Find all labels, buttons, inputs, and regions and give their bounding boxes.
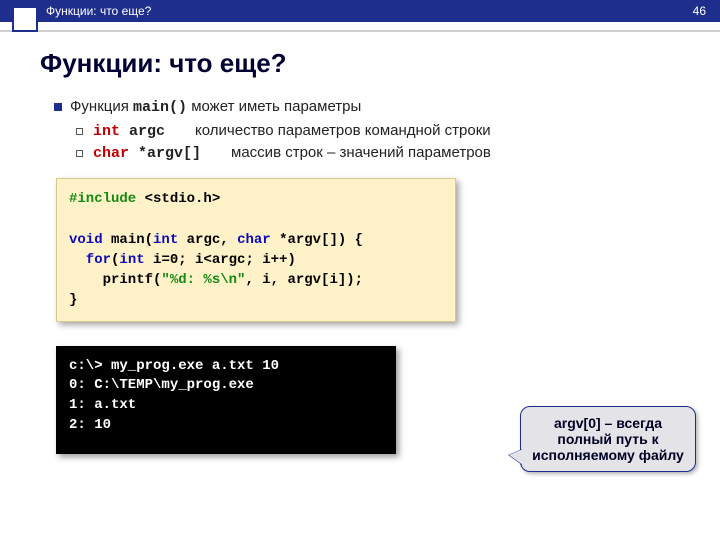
text-suffix: может иметь параметры <box>187 98 361 115</box>
header-decoration-square <box>12 6 38 32</box>
code-text: , i, argv[i]); <box>245 272 363 288</box>
content-area: Функция main() может иметь параметры int… <box>54 97 690 162</box>
code-text: *argv[]) { <box>271 232 363 248</box>
sub-bullet-argv: char *argv[] массив строк – значений пар… <box>54 144 690 162</box>
kw: char <box>237 232 271 248</box>
param-name: *argv[] <box>129 145 201 162</box>
argc-desc: количество параметров командной строки <box>195 122 491 139</box>
page-number: 46 <box>693 4 706 18</box>
term-line: 1: a.txt <box>69 397 136 413</box>
main-func-code: main() <box>133 99 187 116</box>
callout-tail-icon <box>509 449 523 465</box>
code-text: } <box>69 292 77 308</box>
text-prefix: Функция <box>70 98 133 115</box>
string-literal: "%d: %s\n" <box>161 272 245 288</box>
type-keyword: char <box>93 145 129 162</box>
slide-title: Функции: что еще? <box>40 48 720 79</box>
callout-text: argv[0] – всегда полный путь к исполняем… <box>532 415 684 463</box>
term-line: 2: 10 <box>69 417 111 433</box>
square-bullet-icon <box>54 103 62 111</box>
bullet-main: Функция main() может иметь параметры <box>54 97 690 116</box>
code-text: printf( <box>69 272 161 288</box>
kw: int <box>153 232 178 248</box>
include-lib: <stdio.h> <box>145 191 221 207</box>
kw: void <box>69 232 103 248</box>
code-text: argc, <box>178 232 237 248</box>
hollow-bullet-icon <box>76 150 83 157</box>
slide-header: Функции: что еще? 46 <box>0 0 720 22</box>
code-text: i=0; i<argc; i++) <box>145 252 296 268</box>
argv-decl: char *argv[] <box>93 145 201 162</box>
callout-argv0: argv[0] – всегда полный путь к исполняем… <box>520 406 696 472</box>
bullet-main-text: Функция main() может иметь параметры <box>70 98 361 116</box>
sub-bullet-argc: int argc количество параметров командной… <box>54 122 690 140</box>
kw: int <box>119 252 144 268</box>
preproc: #include <box>69 191 145 207</box>
hollow-bullet-icon <box>76 128 83 135</box>
argc-decl: int argc <box>93 123 165 140</box>
term-line: c:\> my_prog.exe a.txt 10 <box>69 358 279 374</box>
kw: for <box>69 252 111 268</box>
param-name: argc <box>120 123 165 140</box>
type-keyword: int <box>93 123 120 140</box>
header-divider <box>0 30 720 32</box>
code-block: #include <stdio.h> void main(int argc, c… <box>56 178 456 322</box>
blank-line <box>69 211 77 227</box>
header-title: Функции: что еще? <box>46 4 151 18</box>
terminal-output: c:\> my_prog.exe a.txt 10 0: C:\TEMP\my_… <box>56 346 396 454</box>
code-text: main( <box>103 232 153 248</box>
term-line: 0: C:\TEMP\my_prog.exe <box>69 377 254 393</box>
argv-desc: массив строк – значений параметров <box>231 144 491 161</box>
